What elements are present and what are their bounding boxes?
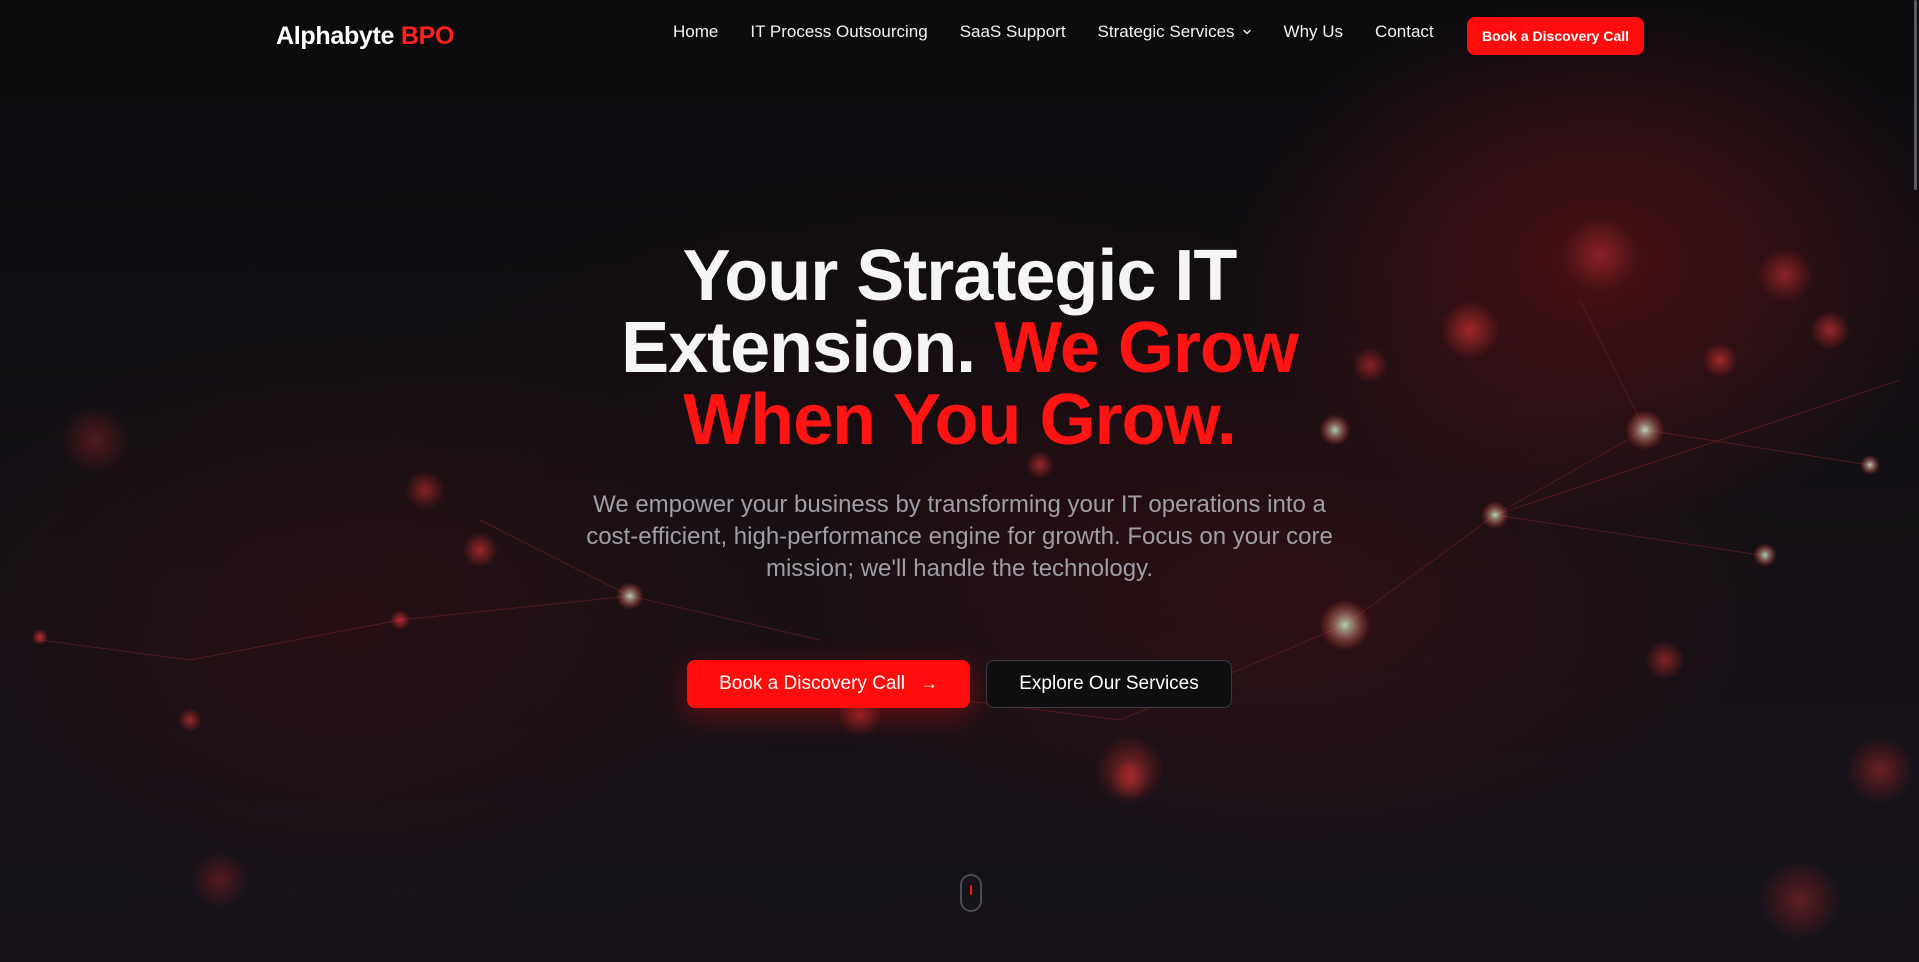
scroll-down-indicator[interactable] (960, 874, 982, 912)
nav-item-label: Contact (1375, 22, 1434, 41)
site-header: Alphabyte BPO Home IT Process Outsourcin… (0, 0, 1919, 74)
nav-item-label: IT Process Outsourcing (750, 22, 928, 41)
hero-title: Your Strategic IT Extension. We Grow Whe… (0, 240, 1919, 456)
nav-item-label: Why Us (1283, 22, 1344, 41)
hero-title-line1: Your Strategic IT (682, 236, 1238, 316)
chevron-down-icon (1242, 29, 1251, 35)
scroll-indicator-dot (970, 885, 972, 895)
nav-item-it-process-outsourcing[interactable]: IT Process Outsourcing (750, 22, 927, 42)
page-scrollbar[interactable] (1914, 0, 1917, 190)
nav-item-label: Strategic Services (1097, 22, 1235, 41)
hero-title-line2-white: Extension. (621, 308, 976, 388)
nav-item-contact[interactable]: Contact (1375, 22, 1434, 42)
nav-item-saas-support[interactable]: SaaS Support (960, 22, 1066, 42)
arrow-right-icon: → (920, 674, 938, 693)
explore-services-label: Explore Our Services (1019, 673, 1199, 694)
nav-item-label: SaaS Support (959, 22, 1066, 41)
brand-logo[interactable]: Alphabyte BPO (276, 22, 454, 51)
hero-section: Your Strategic IT Extension. We Grow Whe… (0, 240, 1919, 585)
nav-item-strategic-services[interactable]: Strategic Services (1098, 22, 1252, 42)
hero-title-line2-red: We Grow (994, 308, 1299, 388)
nav-item-home[interactable]: Home (673, 22, 718, 42)
hero-title-line3-red: When You Grow. (683, 380, 1237, 460)
explore-services-button[interactable]: Explore Our Services (986, 660, 1232, 708)
hero-subtitle: We empower your business by transforming… (586, 491, 1333, 582)
main-nav: Home IT Process Outsourcing SaaS Support… (673, 22, 1466, 42)
nav-item-label: Home (673, 22, 719, 41)
book-discovery-call-label: Book a Discovery Call (719, 673, 905, 694)
hero-button-row: Book a Discovery Call → Explore Our Serv… (0, 660, 1919, 708)
header-book-call-button[interactable]: Book a Discovery Call (1467, 17, 1644, 55)
brand-accent: BPO (400, 22, 455, 50)
book-discovery-call-button[interactable]: Book a Discovery Call → (687, 660, 970, 708)
brand-name: Alphabyte (276, 22, 395, 50)
nav-item-why-us[interactable]: Why Us (1284, 22, 1344, 42)
